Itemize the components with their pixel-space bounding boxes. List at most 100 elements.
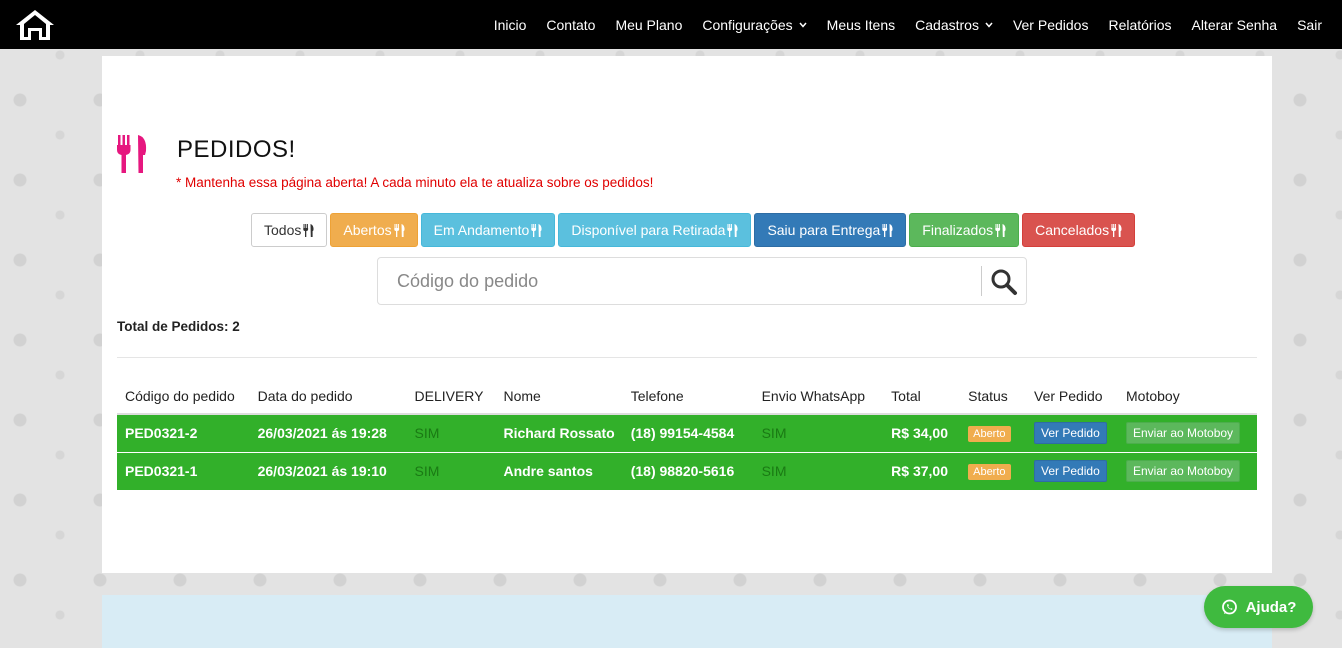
telefone-cell: (18) 99154-4584: [622, 413, 754, 452]
column-header: Nome: [495, 378, 623, 415]
column-header: Total: [883, 378, 961, 415]
nav-item-label: Ver Pedidos: [1012, 16, 1089, 33]
status-badge: Aberto: [968, 464, 1011, 481]
nav-item-label: Configurações: [702, 16, 793, 33]
filter-saiu-button[interactable]: Saiu para Entrega: [754, 213, 907, 247]
table-row: PED0321-2 26/03/2021 ás 19:28 SIM Richard R…: [117, 413, 1257, 452]
search-icon[interactable]: [990, 268, 1018, 296]
info-panel: [102, 595, 1272, 648]
whatsapp-cell: SIM: [753, 413, 884, 452]
nome-cell: Richard Rossato: [495, 413, 623, 452]
utensils-icon: [303, 223, 314, 237]
filter-label: Saiu para Entrega: [767, 222, 881, 238]
filter-label: Em Andamento: [433, 222, 530, 238]
home-icon[interactable]: [14, 8, 56, 42]
filter-finalizados-button[interactable]: Finalizados: [909, 213, 1020, 247]
nav-item-relat-rios[interactable]: Relatórios: [1098, 17, 1181, 33]
view-order-cell: Ver Pedido: [1026, 451, 1118, 490]
utensils-icon: [727, 223, 738, 237]
page-title: PEDIDOS!: [177, 136, 296, 163]
status-cell: Aberto: [960, 413, 1027, 452]
nav-item-label: Sair: [1297, 16, 1322, 33]
column-header: Ver Pedido: [1026, 378, 1118, 415]
chevron-down-icon: [799, 20, 807, 30]
nav-item-inicio[interactable]: Inicio: [484, 17, 537, 33]
nav-item-label: Cadastros: [915, 16, 979, 33]
search-divider: [981, 266, 982, 296]
column-header: Motoboy: [1118, 378, 1257, 415]
delivery-cell: SIM: [406, 413, 496, 452]
nav-item-cadastros[interactable]: Cadastros: [905, 17, 1003, 33]
send-to-motoboy-button[interactable]: Enviar ao Motoboy: [1126, 422, 1241, 445]
nav-item-label: Inicio: [493, 16, 527, 33]
send-to-motoboy-button[interactable]: Enviar ao Motoboy: [1126, 460, 1241, 483]
status-cell: Aberto: [960, 451, 1027, 490]
data-cell: 26/03/2021 ás 19:28: [249, 413, 407, 452]
column-header: Código do pedido: [117, 378, 250, 415]
column-header: Envio WhatsApp: [753, 378, 884, 415]
orders-card: PEDIDOS! * Mantenha essa página aberta! …: [102, 56, 1272, 573]
filter-cancelados-button[interactable]: Cancelados: [1022, 213, 1136, 247]
utensils-icon: [531, 223, 542, 237]
view-order-button[interactable]: Ver Pedido: [1034, 422, 1107, 445]
nav-item-label: Alterar Senha: [1191, 16, 1278, 33]
total-orders-label: Total de Pedidos: 2: [117, 319, 240, 334]
top-navbar: Inicio Contato Meu Plano Configurações Meus …: [0, 0, 1342, 49]
table-row: PED0321-1 26/03/2021 ás 19:10 SIM Andre san…: [117, 451, 1257, 490]
codigo-cell: PED0321-2: [117, 413, 250, 452]
total-cell: R$ 34,00: [883, 413, 961, 452]
view-order-button[interactable]: Ver Pedido: [1034, 460, 1107, 483]
nav-item-label: Meus Itens: [826, 16, 896, 33]
whatsapp-cell: SIM: [753, 451, 884, 490]
nav-item-meus-itens[interactable]: Meus Itens: [817, 17, 905, 33]
filter-label: Abertos: [343, 222, 392, 238]
search-box: [377, 257, 1027, 305]
chevron-down-icon: [985, 20, 993, 30]
filter-label: Finalizados: [922, 222, 994, 238]
utensils-icon: [1111, 223, 1122, 237]
column-header: Status: [960, 378, 1027, 415]
column-header: DELIVERY: [406, 378, 496, 415]
nav-menu: Inicio Contato Meu Plano Configurações Meus …: [484, 0, 1332, 49]
view-order-cell: Ver Pedido: [1026, 413, 1118, 452]
status-badge: Aberto: [968, 426, 1011, 443]
order-code-search-input[interactable]: [379, 259, 979, 303]
nome-cell: Andre santos: [495, 451, 623, 490]
delivery-cell: SIM: [406, 451, 496, 490]
table-body: PED0321-2 26/03/2021 ás 19:28 SIM Richard R…: [117, 413, 1257, 490]
nav-item-contato[interactable]: Contato: [536, 17, 605, 33]
codigo-cell: PED0321-1: [117, 451, 250, 490]
divider: [117, 357, 1257, 358]
utensils-icon: [995, 223, 1006, 237]
nav-item-meu-plano[interactable]: Meu Plano: [605, 17, 692, 33]
motoboy-cell: Enviar ao Motoboy: [1118, 413, 1257, 452]
total-cell: R$ 37,00: [883, 451, 961, 490]
utensils-icon: [117, 135, 147, 173]
whatsapp-icon: [1221, 599, 1237, 614]
nav-item-alterar-senha[interactable]: Alterar Senha: [1181, 17, 1287, 33]
filter-label: Disponível para Retirada: [571, 222, 726, 238]
status-filter-group: Todos Abertos Em Andamento Disponível para …: [251, 213, 1136, 247]
refresh-notice: * Mantenha essa página aberta! A cada mi…: [176, 175, 654, 190]
help-button[interactable]: Ajuda?: [1204, 586, 1313, 628]
utensils-icon: [393, 223, 405, 237]
column-header: Data do pedido: [249, 378, 407, 415]
orders-table: Código do pedido Data do pedido DELIVERY No…: [117, 378, 1257, 490]
filter-label: Cancelados: [1035, 222, 1110, 238]
filter-abertos-button[interactable]: Abertos: [330, 213, 418, 247]
nav-item-ver-pedidos[interactable]: Ver Pedidos: [1003, 17, 1099, 33]
motoboy-cell: Enviar ao Motoboy: [1118, 451, 1257, 490]
nav-item-configura-es[interactable]: Configurações: [692, 17, 816, 33]
nav-item-label: Meu Plano: [615, 16, 683, 33]
data-cell: 26/03/2021 ás 19:10: [249, 451, 407, 490]
nav-item-label: Relatórios: [1108, 16, 1172, 33]
nav-item-sair[interactable]: Sair: [1287, 17, 1332, 33]
filter-andamento-button[interactable]: Em Andamento: [420, 213, 556, 247]
filter-disponivel-button[interactable]: Disponível para Retirada: [558, 213, 752, 247]
filter-todos-button[interactable]: Todos: [251, 213, 328, 247]
table-header-row: Código do pedido Data do pedido DELIVERY No…: [117, 378, 1257, 415]
telefone-cell: (18) 98820-5616: [622, 451, 754, 490]
column-header: Telefone: [622, 378, 754, 415]
filter-label: Todos: [264, 222, 302, 238]
utensils-icon: [882, 223, 893, 237]
